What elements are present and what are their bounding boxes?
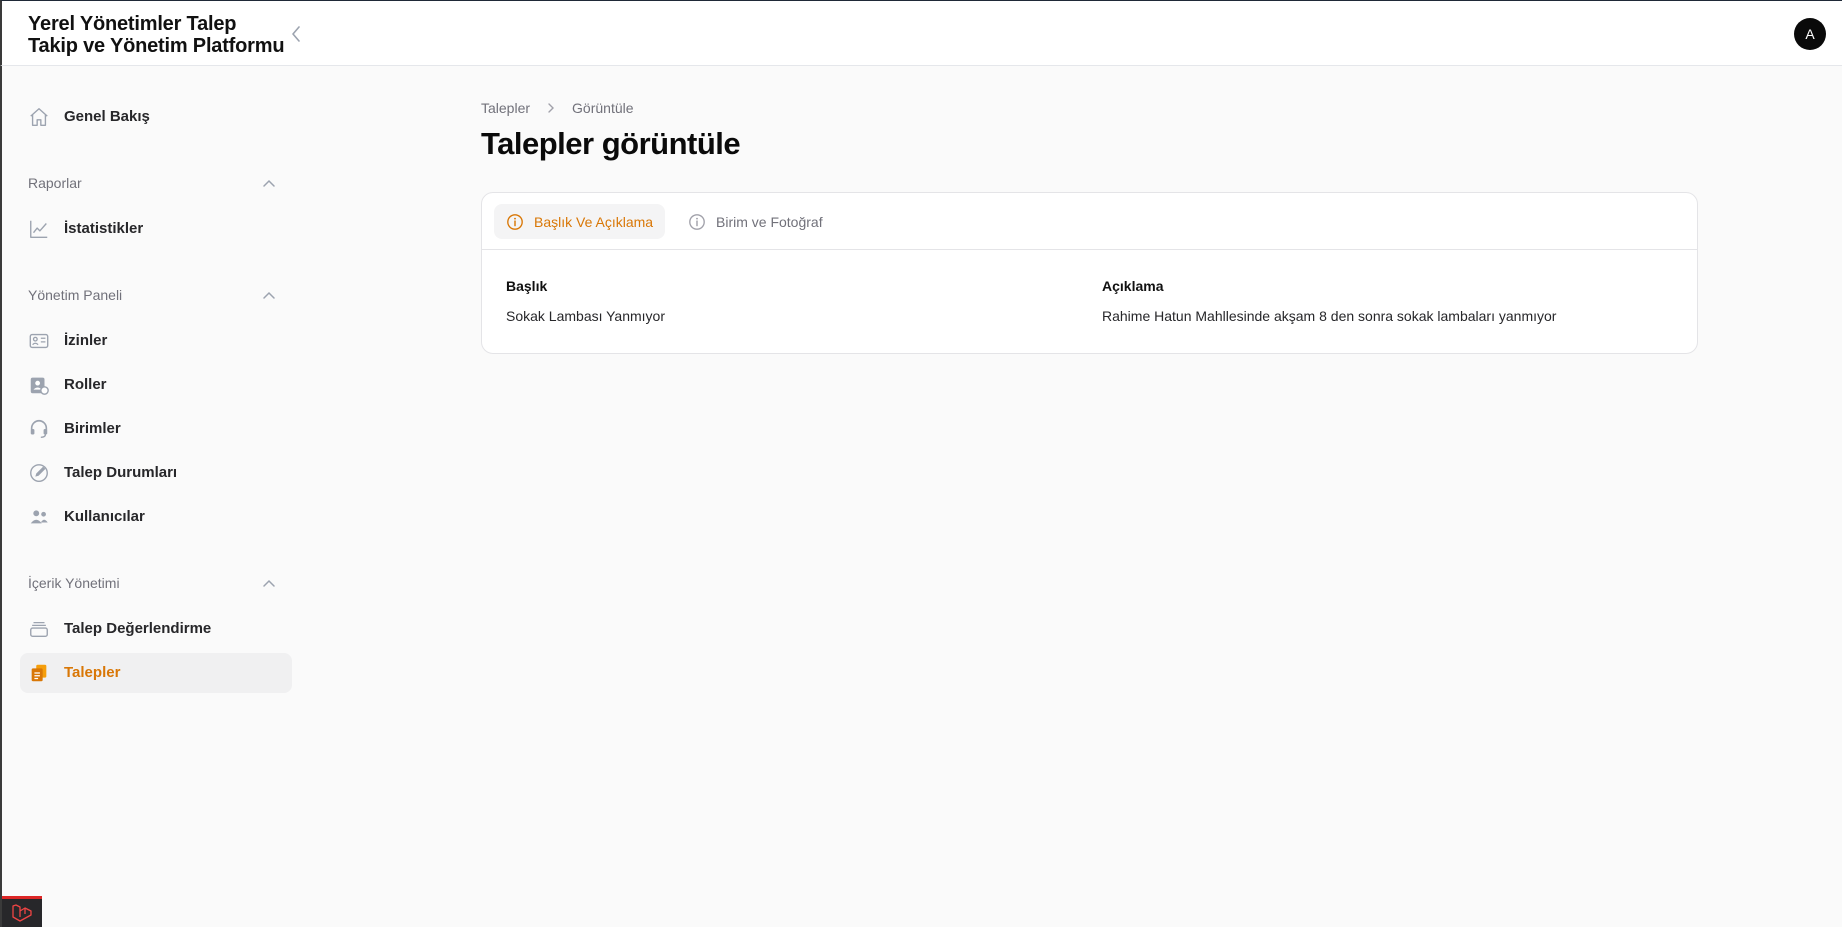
breadcrumb: Talepler Görüntüle	[481, 98, 634, 118]
sidebar-item-label: Kullanıcılar	[64, 508, 145, 525]
group-raporlar[interactable]: Raporlar	[28, 172, 284, 196]
debugbar-toggle[interactable]	[2, 896, 42, 927]
home-icon	[30, 108, 48, 126]
chevron-up-icon	[263, 579, 275, 587]
sidebar-item-label: Talepler	[64, 664, 121, 681]
pencil-circle-icon	[30, 464, 48, 482]
sidebar-item-label: Birimler	[64, 420, 121, 437]
sidebar-item-label: Talep Durumları	[64, 464, 178, 481]
sidebar-item-roller[interactable]: Roller	[20, 365, 292, 405]
user-avatar[interactable]: A	[1794, 18, 1826, 50]
group-label: İçerik Yönetimi	[28, 575, 120, 591]
tab-label: Birim ve Fotoğraf	[716, 213, 823, 230]
id-card-icon	[29, 333, 49, 349]
sidebar-item-label: İstatistikler	[64, 220, 144, 237]
headset-icon	[30, 419, 48, 438]
sidebar-item-kullanicilar[interactable]: Kullanıcılar	[20, 497, 292, 537]
field-baslik: Başlık Sokak Lambası Yanmıyor	[506, 278, 665, 324]
sidebar-item-talep-degerlendirme[interactable]: Talep Değerlendirme	[20, 609, 292, 649]
tab-bar: Başlık Ve Açıklama Birim ve Fotoğraf	[482, 193, 1697, 250]
breadcrumb-goruntule[interactable]: Görüntüle	[572, 100, 633, 116]
sidebar-item-label: İzinler	[64, 332, 108, 349]
app-title-line-1: Yerel Yönetimler Talep	[28, 13, 237, 35]
chart-line-icon	[30, 220, 48, 238]
sidebar-item-izinler[interactable]: İzinler	[20, 321, 292, 361]
users-icon	[30, 510, 48, 524]
breadcrumb-talepler[interactable]: Talepler	[481, 100, 530, 116]
app-title[interactable]: Yerel Yönetimler Talep Takip ve Yönetim …	[28, 13, 285, 57]
details-card: Başlık Ve Açıklama Birim ve Fotoğraf Baş…	[481, 192, 1698, 354]
field-aciklama: Açıklama Rahime Hatun Mahllesinde akşam …	[1102, 278, 1556, 324]
user-badge-icon	[30, 377, 49, 395]
group-label: Yönetim Paneli	[28, 287, 123, 303]
sidebar-item-istatistikler[interactable]: İstatistikler	[20, 209, 292, 249]
collapse-sidebar-button[interactable]	[286, 23, 306, 45]
clipboard-documents-icon	[31, 664, 47, 682]
sidebar-item-label: Genel Bakış	[64, 108, 150, 125]
group-icerik-yonetimi[interactable]: İçerik Yönetimi	[28, 572, 284, 596]
sidebar-item-talep-durumlari[interactable]: Talep Durumları	[20, 453, 292, 493]
sidebar-item-talepler[interactable]: Talepler	[20, 653, 292, 693]
sidebar-item-birimler[interactable]: Birimler	[20, 409, 292, 449]
inbox-stack-icon	[30, 621, 48, 638]
page-title: Talepler görüntüle	[481, 126, 741, 161]
field-label: Başlık	[506, 278, 548, 294]
field-value: Sokak Lambası Yanmıyor	[506, 308, 666, 324]
group-label: Raporlar	[28, 175, 82, 191]
sidebar-item-label: Roller	[64, 376, 107, 393]
sidebar: Genel Bakış Raporlar İstatistikler Yönet…	[0, 66, 300, 927]
field-label: Açıklama	[1102, 278, 1164, 294]
sidebar-item-genel-bakis[interactable]: Genel Bakış	[20, 97, 292, 137]
tab-label: Başlık Ve Açıklama	[534, 213, 654, 230]
laravel-logo-icon	[12, 904, 32, 922]
info-circle-icon	[689, 213, 705, 230]
field-value: Rahime Hatun Mahllesinde akşam 8 den son…	[1102, 308, 1557, 324]
chevron-up-icon	[263, 179, 275, 187]
group-yonetim-paneli[interactable]: Yönetim Paneli	[28, 284, 284, 308]
info-circle-icon	[507, 213, 523, 230]
chevron-left-icon	[292, 26, 300, 42]
topbar: Yerel Yönetimler Talep Takip ve Yönetim …	[0, 0, 1842, 66]
app-title-line-2: Takip ve Yönetim Platformu	[28, 35, 285, 57]
chevron-up-icon	[263, 291, 275, 299]
tab-birim-ve-fotograf[interactable]: Birim ve Fotoğraf	[676, 204, 835, 239]
chevron-right-icon	[548, 103, 555, 113]
sidebar-item-label: Talep Değerlendirme	[64, 620, 212, 637]
tab-baslik-ve-aciklama[interactable]: Başlık Ve Açıklama	[494, 204, 666, 239]
